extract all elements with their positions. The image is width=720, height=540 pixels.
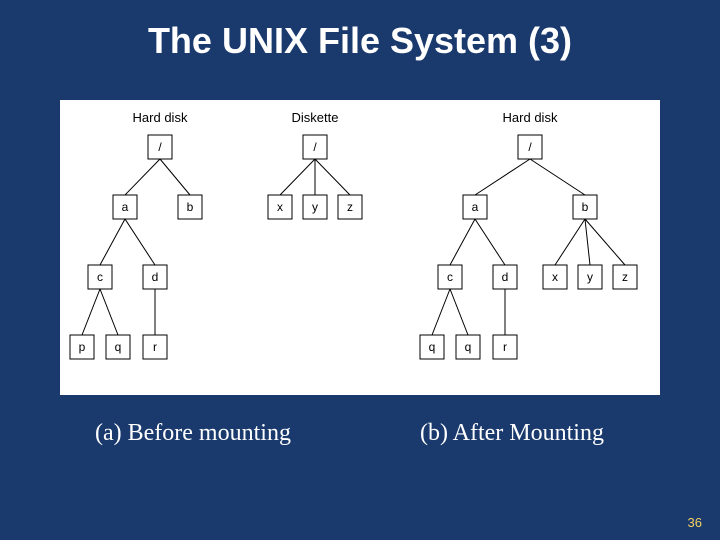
node-before-b: b [187, 200, 194, 214]
node-before-d: d [152, 270, 159, 284]
node-before-r: r [153, 340, 157, 354]
node-before-p: p [79, 340, 86, 354]
node-before-q: q [115, 340, 122, 354]
node-after-z: z [622, 270, 628, 284]
node-after-q2: q [465, 340, 472, 354]
node-diskette-x: x [277, 200, 283, 214]
caption-before: (a) Before mounting [95, 420, 291, 447]
header-harddisk-before: Hard disk [133, 110, 188, 125]
node-after-x: x [552, 270, 558, 284]
node-diskette-z: z [347, 200, 353, 214]
node-after-y: y [587, 270, 593, 284]
header-harddisk-after: Hard disk [503, 110, 558, 125]
node-after-a: a [472, 200, 479, 214]
node-before-c: c [97, 270, 103, 284]
diagram-panel: Hard disk Diskette Hard disk / a b c d p… [60, 100, 660, 395]
caption-after: (b) After Mounting [420, 420, 604, 447]
node-after-c: c [447, 270, 453, 284]
header-diskette: Diskette [292, 110, 339, 125]
node-after-r: r [503, 340, 507, 354]
node-after-d: d [502, 270, 509, 284]
node-diskette-y: y [312, 200, 318, 214]
node-before-a: a [122, 200, 129, 214]
slide-title: The UNIX File System (3) [0, 0, 720, 62]
page-number: 36 [688, 515, 702, 530]
node-after-q1: q [429, 340, 436, 354]
node-after-b: b [582, 200, 589, 214]
